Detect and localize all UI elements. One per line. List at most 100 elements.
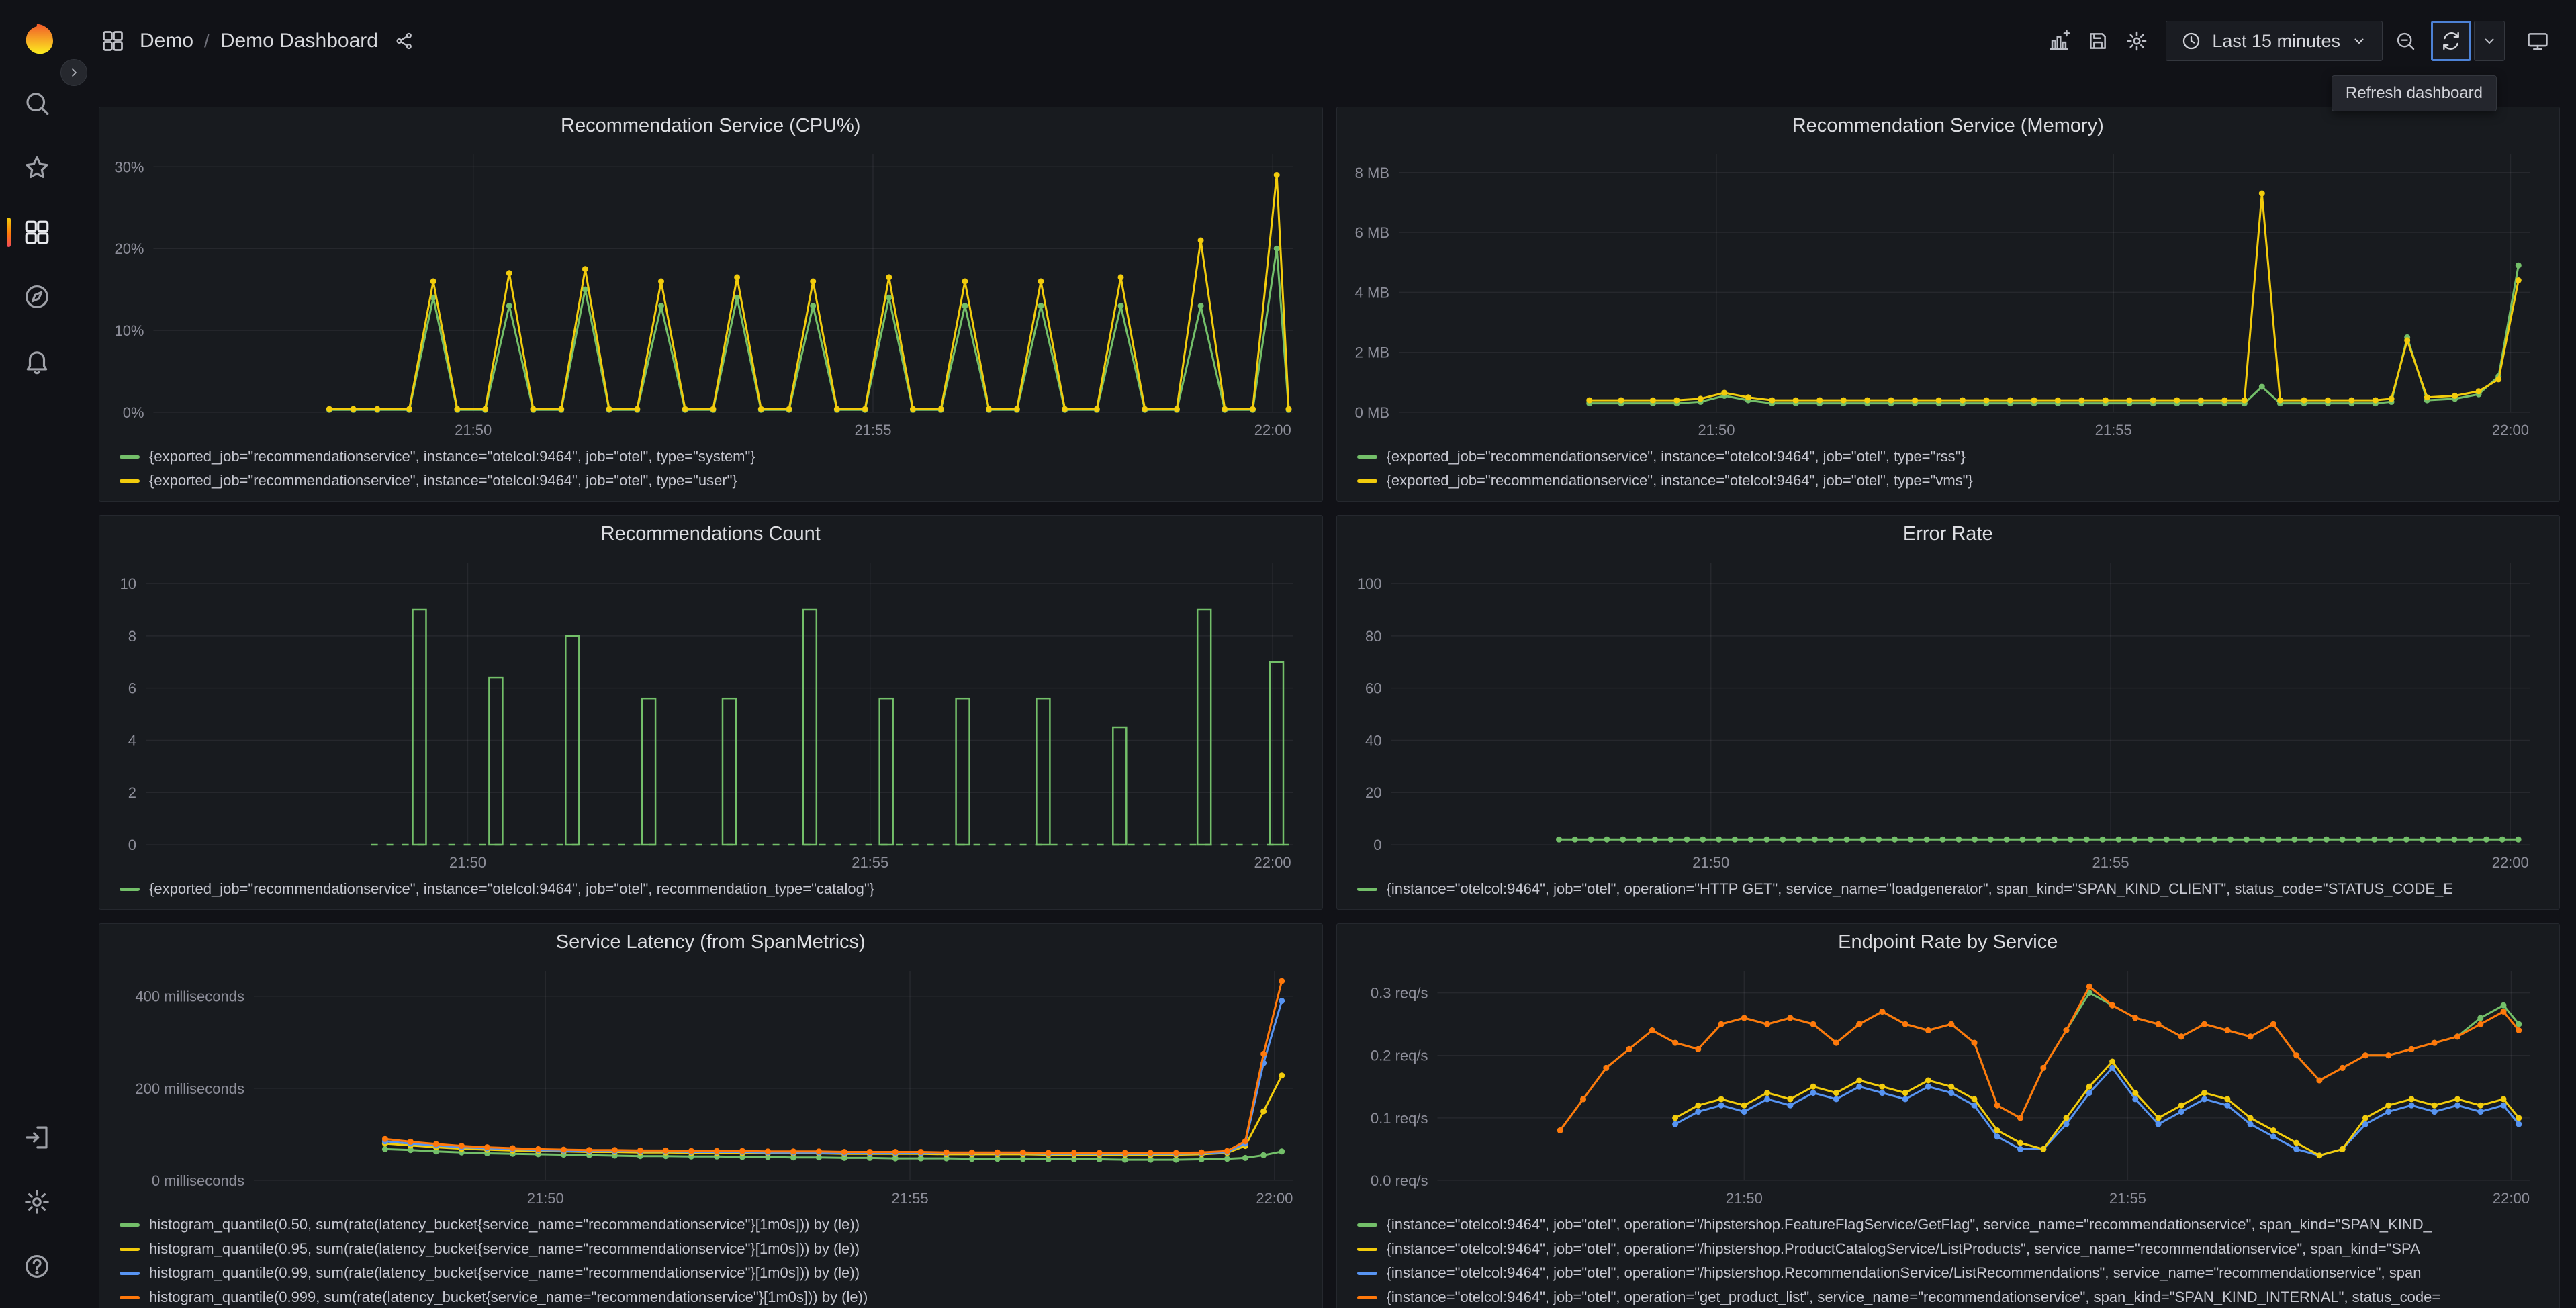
legend-item[interactable]: histogram_quantile(0.95, sum(rate(latenc… — [120, 1237, 1309, 1261]
dashboard-settings-button[interactable] — [2117, 21, 2156, 60]
grafana-logo-icon[interactable] — [17, 20, 56, 59]
topbar-actions: Last 15 minutes — [2039, 21, 2557, 61]
legend-item[interactable]: {exported_job="recommendationservice", i… — [120, 469, 1309, 493]
legend-item[interactable]: {instance="otelcol:9464", job="otel", op… — [1356, 1261, 2546, 1285]
legend-label: {exported_job="recommendationservice", i… — [1386, 448, 1966, 465]
chart-canvas[interactable]: 21:50 21:55 22:00 0 2 4 6 8 10 — [111, 552, 1310, 876]
sidebar-item-starred[interactable] — [0, 136, 74, 200]
panel-error-rate: Error Rate 21:50 21:55 22:00 0 20 40 60 80 100 {… — [1336, 515, 2560, 910]
sidebar-item-dashboards[interactable] — [0, 200, 74, 265]
legend-label: histogram_quantile(0.999, sum(rate(laten… — [149, 1289, 868, 1305]
save-icon — [2090, 33, 2107, 49]
chevron-down-icon — [2354, 38, 2364, 44]
chart-canvas[interactable]: 21:50 21:55 22:00 0 MB 2 MB 4 MB 6 MB 8 MB — [1349, 144, 2548, 443]
panel-title[interactable]: Recommendation Service (CPU%) — [99, 107, 1322, 144]
breadcrumb-page[interactable]: Demo Dashboard — [220, 30, 378, 52]
panel-legend: {exported_job="recommendationservice", i… — [1337, 445, 2560, 493]
svg-text:0.3 req/s: 0.3 req/s — [1370, 985, 1428, 1002]
svg-text:22:00: 22:00 — [1254, 854, 1291, 871]
apps-icon — [101, 29, 125, 53]
breadcrumb-separator: / — [204, 30, 210, 51]
legend-item[interactable]: {instance="otelcol:9464", job="otel", op… — [1356, 1285, 2546, 1308]
legend-item[interactable]: {instance="otelcol:9464", job="otel", op… — [1356, 877, 2546, 901]
svg-text:4 MB: 4 MB — [1354, 284, 1389, 301]
panel-title[interactable]: Service Latency (from SpanMetrics) — [99, 924, 1322, 960]
add-panel-icon — [2050, 30, 2070, 50]
svg-text:21:50: 21:50 — [1692, 854, 1729, 871]
zoom-out-time-button[interactable] — [2385, 21, 2426, 61]
chart-canvas[interactable]: 21:50 21:55 22:00 0.0 req/s 0.1 req/s 0.2 req… — [1349, 960, 2548, 1211]
legend-swatch — [1356, 1271, 1377, 1275]
svg-text:10: 10 — [120, 575, 136, 592]
time-range-picker[interactable]: Last 15 minutes — [2166, 21, 2383, 61]
topbar: Demo / Demo Dashboard Last 15 minutes — [74, 0, 2576, 82]
save-dashboard-button[interactable] — [2078, 21, 2117, 60]
panel-recommendations-count: Recommendations Count 21:50 21:55 22:00 0 2 4… — [99, 515, 1323, 910]
panel-title[interactable]: Recommendations Count — [99, 516, 1322, 552]
legend-label: histogram_quantile(0.50, sum(rate(latenc… — [149, 1216, 860, 1233]
breadcrumb-section[interactable]: Demo — [140, 30, 193, 52]
legend-item[interactable]: histogram_quantile(0.50, sum(rate(latenc… — [120, 1213, 1309, 1237]
sidebar-item-alerting[interactable] — [0, 329, 74, 393]
svg-text:2: 2 — [128, 784, 136, 801]
legend-swatch — [1356, 1295, 1377, 1299]
legend-swatch — [120, 1295, 140, 1299]
svg-text:2 MB: 2 MB — [1354, 344, 1389, 361]
legend-item[interactable]: histogram_quantile(0.999, sum(rate(laten… — [120, 1285, 1309, 1308]
svg-text:0.2 req/s: 0.2 req/s — [1370, 1047, 1428, 1064]
panel-legend: {exported_job="recommendationservice", i… — [99, 877, 1322, 901]
legend-item[interactable]: {instance="otelcol:9464", job="otel", op… — [1356, 1213, 2546, 1237]
svg-text:21:50: 21:50 — [527, 1190, 564, 1207]
sign-in-icon — [26, 1126, 48, 1149]
refresh-dashboard-button[interactable] — [2431, 21, 2471, 61]
sidebar-item-sign-in[interactable] — [0, 1105, 74, 1170]
legend-item[interactable]: {exported_job="recommendationservice", i… — [120, 877, 1309, 901]
bell-icon — [26, 351, 48, 375]
svg-text:0 MB: 0 MB — [1354, 404, 1389, 421]
zoom-out-icon — [2397, 32, 2415, 50]
svg-text:0.0 req/s: 0.0 req/s — [1370, 1172, 1428, 1189]
legend-swatch — [120, 1223, 140, 1227]
svg-text:0%: 0% — [123, 404, 144, 421]
share-dashboard-button[interactable] — [394, 31, 414, 51]
chart-canvas[interactable]: 21:50 21:55 22:00 0 20 40 60 80 100 — [1349, 552, 2548, 876]
panel-title[interactable]: Error Rate — [1337, 516, 2560, 552]
svg-text:20: 20 — [1365, 784, 1381, 801]
legend-label: {instance="otelcol:9464", job="otel", op… — [1386, 1240, 2420, 1257]
sidebar-item-explore[interactable] — [0, 265, 74, 329]
add-panel-button[interactable] — [2039, 21, 2078, 60]
legend-item[interactable]: {exported_job="recommendationservice", i… — [1356, 445, 2546, 469]
legend-label: {instance="otelcol:9464", job="otel", op… — [1386, 1216, 2432, 1233]
refresh-interval-dropdown[interactable] — [2474, 21, 2505, 61]
tv-mode-button[interactable] — [2518, 21, 2557, 60]
svg-text:22:00: 22:00 — [1256, 1190, 1293, 1207]
svg-text:0.1 req/s: 0.1 req/s — [1370, 1110, 1428, 1127]
legend-item[interactable]: {exported_job="recommendationservice", i… — [120, 445, 1309, 469]
legend-swatch — [1356, 1247, 1377, 1251]
panel-recommendation-memory: Recommendation Service (Memory) 21:50 21:… — [1336, 107, 2560, 502]
legend-item[interactable]: {instance="otelcol:9464", job="otel", op… — [1356, 1237, 2546, 1261]
dashboards-grid-icon — [25, 220, 49, 244]
gear-icon — [25, 1190, 49, 1214]
svg-text:21:55: 21:55 — [2095, 422, 2131, 438]
legend-item[interactable]: histogram_quantile(0.99, sum(rate(latenc… — [120, 1261, 1309, 1285]
sidebar-item-help[interactable] — [0, 1234, 74, 1299]
svg-text:80: 80 — [1365, 628, 1381, 645]
legend-item[interactable]: {exported_job="recommendationservice", i… — [1356, 469, 2546, 493]
chart-canvas[interactable]: 21:50 21:55 22:00 0 milliseconds 200 millise… — [111, 960, 1310, 1211]
svg-text:22:00: 22:00 — [2492, 1190, 2529, 1207]
legend-label: {exported_job="recommendationservice", i… — [149, 448, 755, 465]
panel-legend: {exported_job="recommendationservice", i… — [99, 445, 1322, 493]
panel-title[interactable]: Recommendation Service (Memory) — [1337, 107, 2560, 144]
panel-title[interactable]: Endpoint Rate by Service — [1337, 924, 2560, 960]
sidebar-item-settings[interactable] — [0, 1170, 74, 1234]
star-icon — [26, 156, 48, 179]
panel-legend: {instance="otelcol:9464", job="otel", op… — [1337, 1213, 2560, 1308]
legend-label: {instance="otelcol:9464", job="otel", op… — [1386, 1289, 2441, 1305]
sidebar-expand-button[interactable] — [60, 59, 87, 86]
legend-label: {instance="otelcol:9464", job="otel", op… — [1386, 1264, 2422, 1281]
svg-text:200 milliseconds: 200 milliseconds — [135, 1080, 244, 1097]
chart-canvas[interactable]: 21:50 21:55 22:00 0% 10% 20% 30% — [111, 144, 1310, 443]
panel-endpoint-rate: Endpoint Rate by Service 21:50 21:55 22:00… — [1336, 923, 2560, 1308]
panel-legend: histogram_quantile(0.50, sum(rate(latenc… — [99, 1213, 1322, 1308]
